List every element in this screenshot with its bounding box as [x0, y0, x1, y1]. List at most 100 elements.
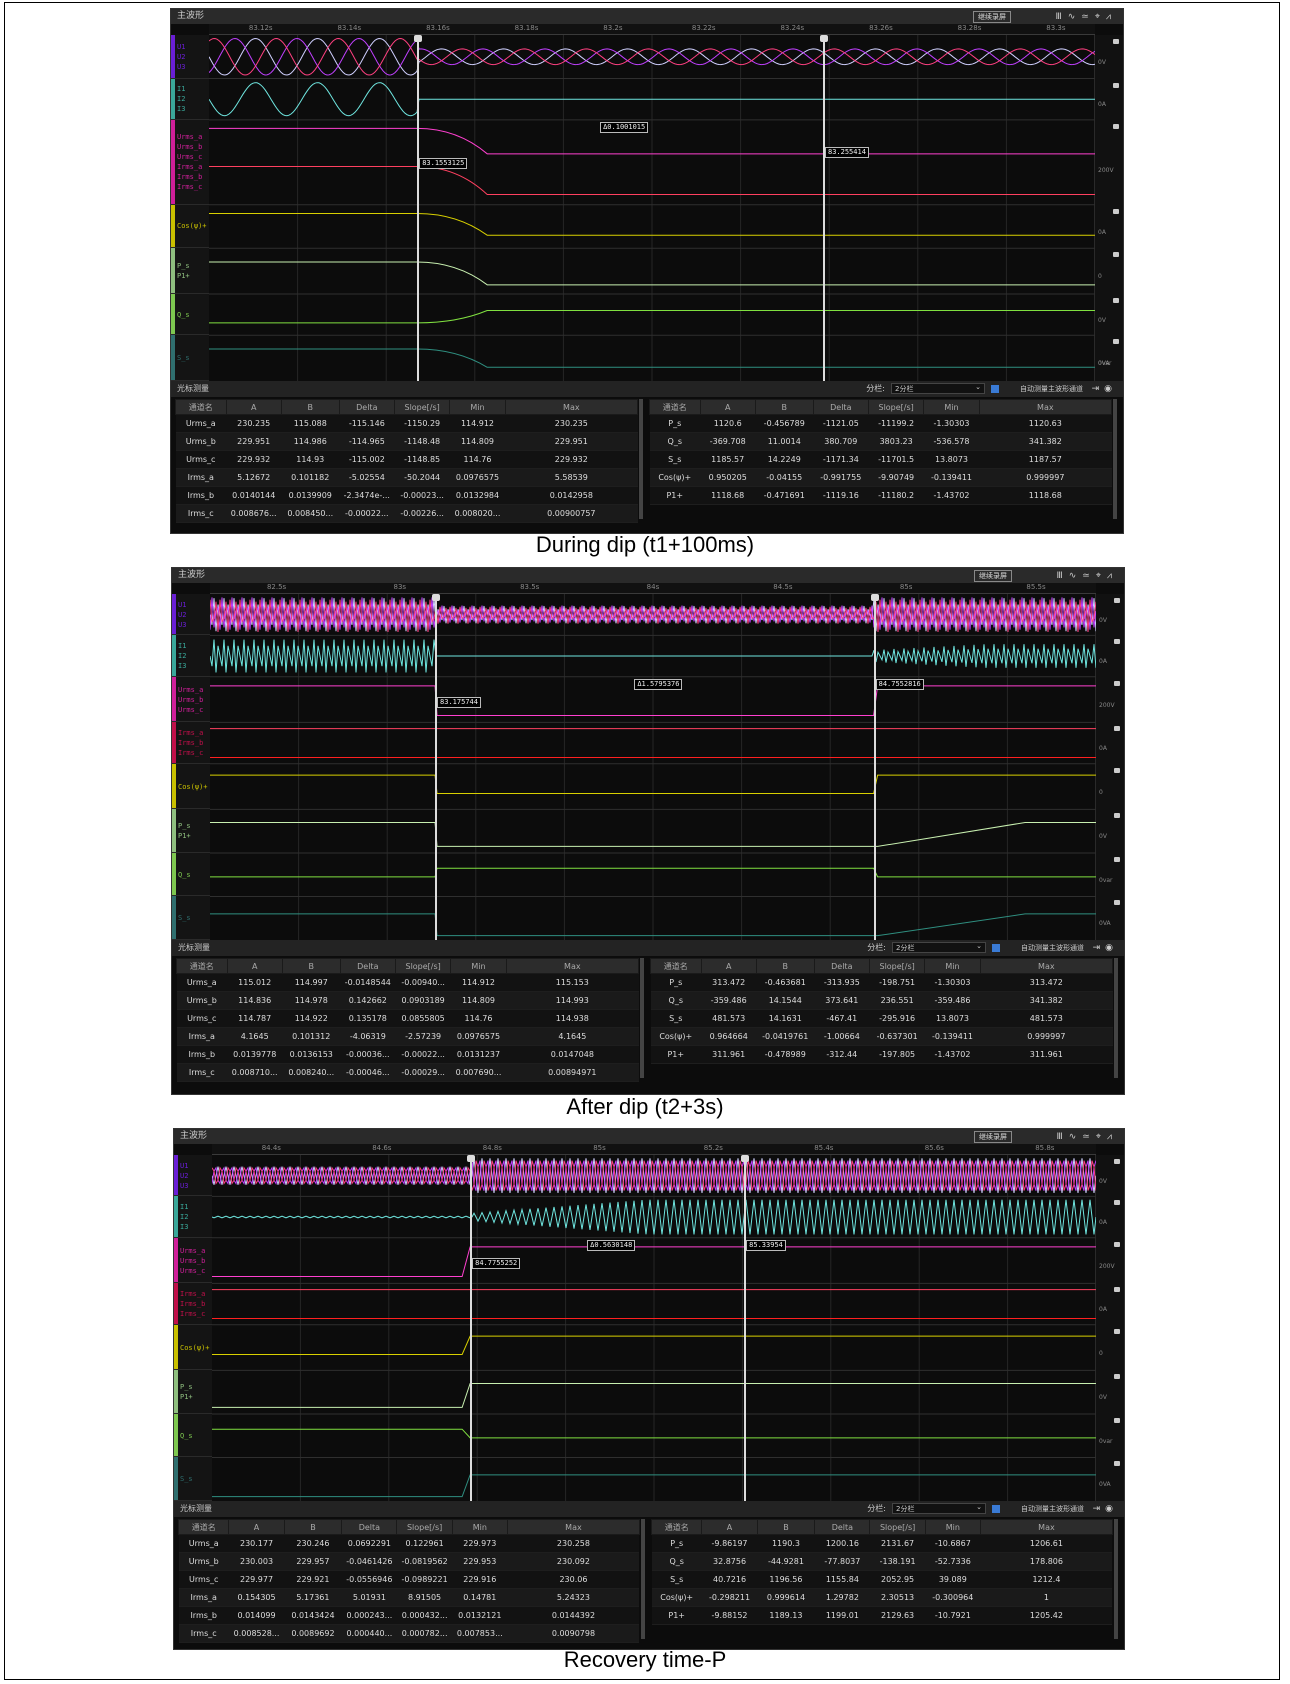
table-scrollbar[interactable] — [1113, 399, 1117, 519]
auto-measure-checkbox[interactable] — [992, 944, 1000, 952]
cursor-a[interactable] — [467, 1155, 476, 1501]
column-header[interactable]: 通道名 — [649, 399, 701, 415]
cursor-handle-icon[interactable] — [741, 1155, 750, 1162]
column-header[interactable]: Delta — [339, 958, 396, 974]
channel-group[interactable]: U1 U2 U3 — [174, 1155, 212, 1197]
column-header[interactable]: Min — [451, 1519, 508, 1535]
waveform-icon[interactable]: Ⅲ — [1057, 571, 1069, 581]
export-icon[interactable]: ⇥ — [1092, 384, 1105, 394]
cursor-handle-icon[interactable] — [467, 1155, 476, 1162]
table-row[interactable]: Q_s 32.8756 -44.9281 -77.8037 -138.191 -52.73… — [651, 1552, 1113, 1571]
channel-scale-handle[interactable] — [1114, 1200, 1120, 1206]
channel-group[interactable]: U1 U2 U3 — [171, 35, 209, 79]
continue-record-button[interactable]: 继续录屏 — [974, 1131, 1012, 1143]
column-header[interactable]: Min — [924, 958, 981, 974]
table-row[interactable]: P1+ 1118.68 -0.471691 -1119.16 -11180.2 -1.43… — [649, 486, 1112, 505]
column-header[interactable]: Min — [923, 399, 980, 415]
channel-scale-handle[interactable] — [1114, 900, 1120, 906]
column-header[interactable]: Delta — [338, 399, 395, 415]
table-row[interactable]: P_s -9.86197 1190.3 1200.16 2131.67 -10.6867 1… — [651, 1534, 1113, 1553]
table-scrollbar[interactable] — [1114, 1519, 1118, 1639]
sine-icon[interactable]: ∿ — [1069, 1132, 1083, 1142]
channel-group[interactable]: I1 I2 I3 — [172, 635, 210, 677]
channel-scale-handle[interactable] — [1114, 1417, 1120, 1423]
channel-group[interactable]: S_s — [174, 1457, 212, 1501]
table-row[interactable]: Urms_b 229.951 114.986 -114.965 -1148.48 114.… — [175, 432, 638, 451]
sine-icon[interactable]: ∿ — [1069, 571, 1083, 581]
filter-icon[interactable]: ≃ — [1082, 1132, 1096, 1142]
chart-icon[interactable]: ⩘ — [1107, 571, 1118, 581]
table-row[interactable]: Irms_c 0.008710... 0.008240... -0.00046... -… — [176, 1063, 639, 1082]
channel-group[interactable]: Urms_a Urms_b Urms_c — [172, 676, 210, 723]
column-header[interactable]: Max — [504, 399, 639, 415]
column-header[interactable]: Slope[/s] — [396, 1519, 453, 1535]
channel-scale-handle[interactable] — [1114, 1461, 1120, 1467]
split-select[interactable]: 2分栏 — [892, 941, 986, 953]
table-row[interactable]: S_s 481.573 14.1631 -467.41 -295.916 13.8073 4… — [650, 1009, 1113, 1028]
channel-scale-handle[interactable] — [1113, 39, 1119, 44]
column-header[interactable]: B — [754, 399, 814, 415]
table-scrollbar[interactable] — [639, 399, 643, 519]
channel-scale-handle[interactable] — [1114, 1241, 1120, 1247]
export-icon[interactable]: ⇥ — [1093, 943, 1106, 953]
channel-scale-handle[interactable] — [1114, 680, 1120, 686]
cursor-b[interactable] — [819, 35, 828, 381]
table-row[interactable]: Urms_c 229.977 229.921 -0.0556946 -0.0989221… — [178, 1570, 640, 1589]
channel-group[interactable]: Q_s — [171, 293, 209, 336]
filter-icon[interactable]: ≃ — [1082, 571, 1096, 581]
channel-group[interactable]: U1 U2 U3 — [172, 594, 210, 636]
table-row[interactable]: S_s 40.7216 1196.56 1155.84 2052.95 39.089 121… — [651, 1570, 1113, 1589]
waveform-plot[interactable]: Δ0.1001015 83.1553125 83.255414 — [209, 35, 1095, 381]
column-header[interactable]: B — [283, 1519, 343, 1535]
cursor-a[interactable] — [414, 35, 423, 381]
table-row[interactable]: Urms_b 114.836 114.978 0.142662 0.0903189 114… — [176, 991, 639, 1010]
sine-icon[interactable]: ∿ — [1068, 12, 1082, 22]
table-row[interactable]: Irms_a 0.154305 5.17361 5.01931 8.91505 0.147… — [178, 1588, 640, 1607]
column-header[interactable]: B — [755, 958, 815, 974]
auto-measure-checkbox[interactable] — [991, 385, 999, 393]
waveform-plot[interactable]: Δ0.5630148 84.7755252 85.33954 — [212, 1155, 1096, 1501]
table-row[interactable]: Irms_b 0.0139778 0.0136153 -0.00036... -0.00… — [176, 1045, 639, 1064]
column-header[interactable]: Min — [450, 958, 507, 974]
table-row[interactable]: Urms_b 230.003 229.957 -0.0461426 -0.0819562… — [178, 1552, 640, 1571]
column-header[interactable]: B — [756, 1519, 816, 1535]
column-header[interactable]: B — [280, 399, 340, 415]
channel-group[interactable]: S_s — [171, 335, 209, 381]
column-header[interactable]: Max — [979, 1519, 1113, 1535]
column-header[interactable]: A — [225, 399, 282, 415]
column-header[interactable]: Slope[/s] — [867, 399, 925, 415]
table-row[interactable]: P1+ 311.961 -0.478989 -312.44 -197.805 -1.437… — [650, 1045, 1113, 1064]
channel-scale-handle[interactable] — [1113, 339, 1119, 345]
column-header[interactable]: Max — [978, 399, 1113, 415]
waveform-icon[interactable]: Ⅲ — [1056, 12, 1068, 22]
table-scrollbar[interactable] — [1114, 958, 1118, 1078]
table-row[interactable]: P1+ -9.88152 1189.13 1199.01 2129.63 -10.7921… — [651, 1606, 1113, 1625]
table-row[interactable]: Urms_c 229.932 114.93 -115.002 -1148.85 114.7… — [175, 450, 638, 469]
eye-icon[interactable]: ◉ — [1104, 384, 1117, 394]
channel-group[interactable]: Irms_a Irms_b Irms_c — [172, 722, 210, 764]
channel-group[interactable]: P_s P1+ — [172, 809, 210, 853]
table-row[interactable]: Irms_a 4.1645 0.101312 -4.06319 -2.57239 0.09… — [176, 1027, 639, 1046]
channel-scale-handle[interactable] — [1113, 252, 1119, 258]
split-select[interactable]: 2分栏 — [892, 1502, 986, 1514]
cursor-b[interactable] — [741, 1155, 750, 1501]
column-header[interactable]: 通道名 — [175, 399, 227, 415]
column-header[interactable]: 通道名 — [650, 1519, 703, 1535]
column-header[interactable]: Delta — [341, 1519, 398, 1535]
column-header[interactable]: Slope[/s] — [869, 1519, 926, 1535]
channel-group[interactable]: P_s P1+ — [171, 248, 209, 294]
column-header[interactable]: Delta — [814, 1519, 871, 1535]
table-row[interactable]: Irms_b 0.0140144 0.0139909 -2.3474e-... -0.0… — [175, 486, 638, 505]
table-scrollbar[interactable] — [641, 1519, 645, 1639]
channel-group[interactable]: Q_s — [174, 1413, 212, 1458]
table-row[interactable]: P_s 313.472 -0.463681 -313.935 -198.751 -1.30… — [650, 973, 1113, 992]
column-header[interactable]: Slope[/s] — [393, 399, 451, 415]
table-row[interactable]: S_s 1185.57 14.2249 -1171.34 -11701.5 13.8073… — [649, 450, 1112, 469]
table-row[interactable]: Urms_c 114.787 114.922 0.135178 0.0855805 114… — [176, 1009, 639, 1028]
channel-scale-handle[interactable] — [1113, 82, 1119, 88]
column-header[interactable]: A — [699, 399, 756, 415]
column-header[interactable]: 通道名 — [176, 958, 228, 974]
table-row[interactable]: Q_s -359.486 14.1544 373.641 236.551 -359.486… — [650, 991, 1113, 1010]
table-row[interactable]: Cos(ψ)+ -0.298211 0.999614 1.29782 2.30513 -0… — [651, 1588, 1113, 1607]
continue-record-button[interactable]: 继续录屏 — [973, 11, 1011, 23]
